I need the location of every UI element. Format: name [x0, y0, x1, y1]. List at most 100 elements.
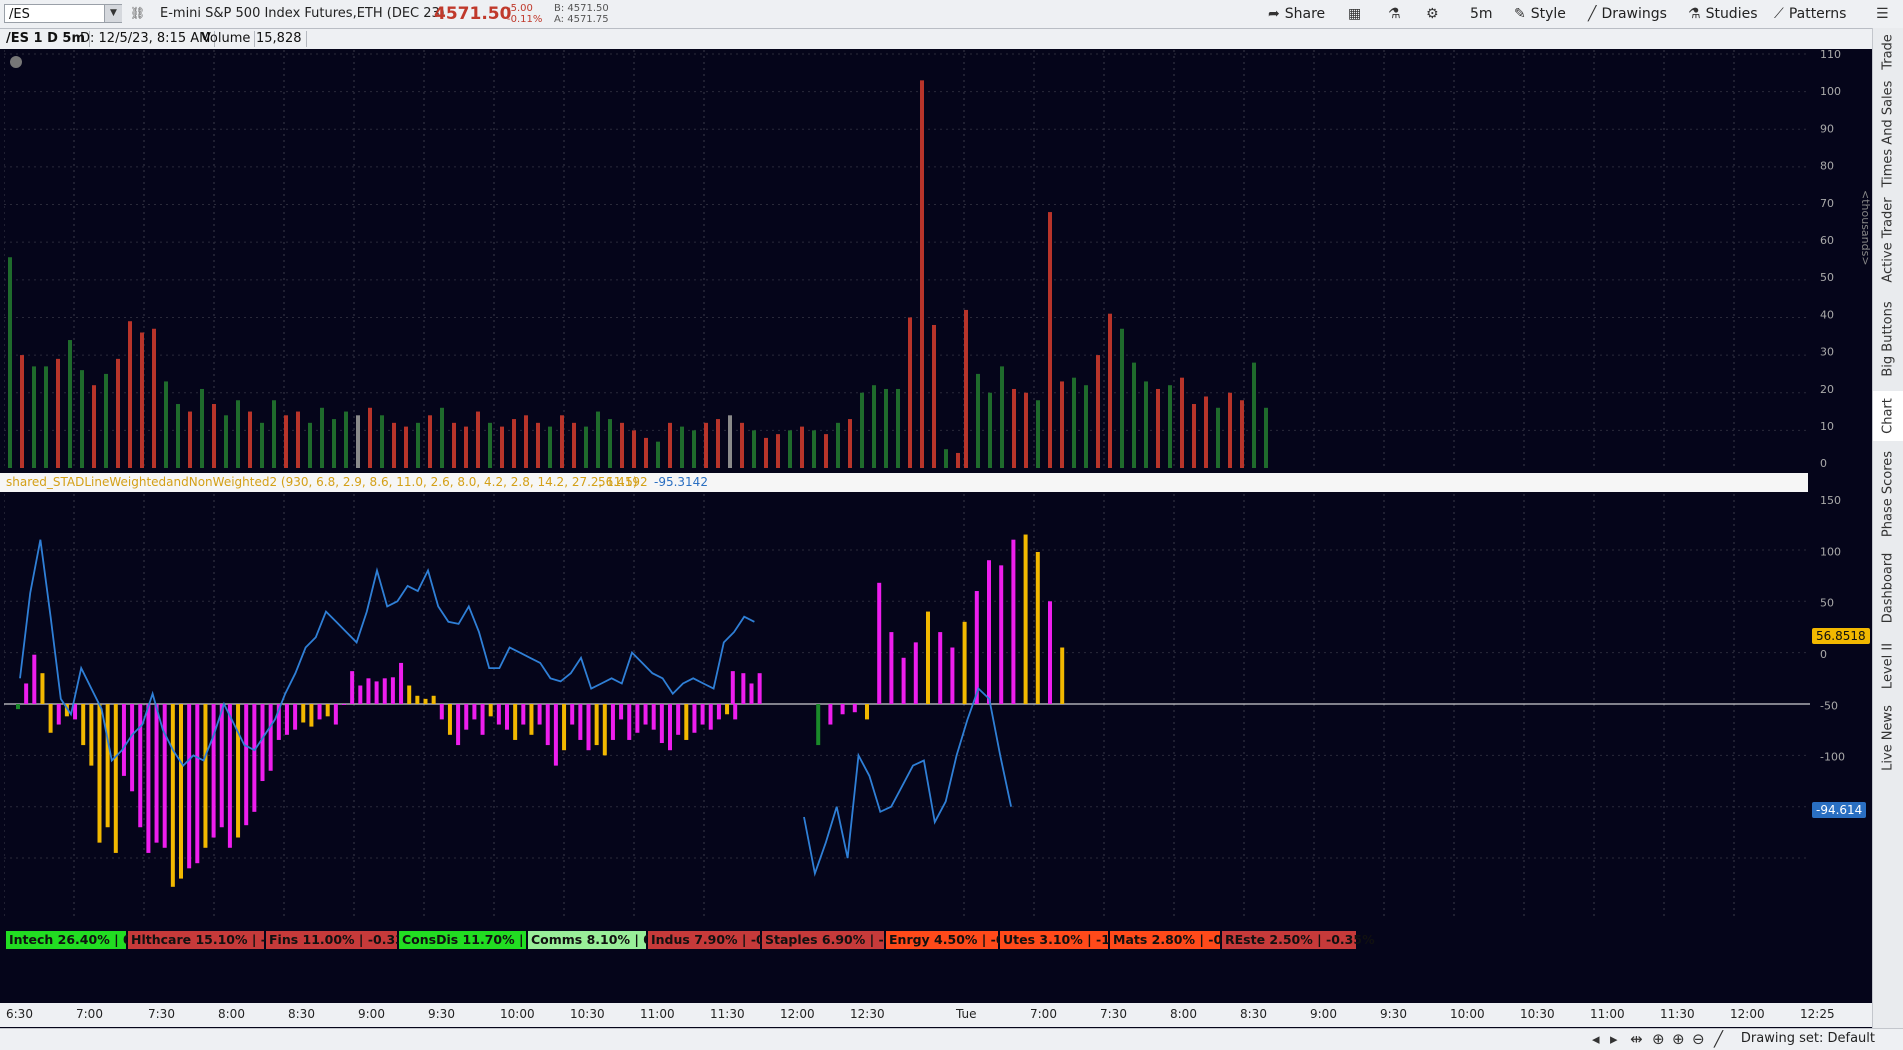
volume-bar	[908, 317, 912, 468]
tab-chart[interactable]: Chart	[1873, 391, 1903, 441]
osc-tick-label: -50	[1820, 699, 1838, 712]
scroll-right-icon[interactable]: ▸	[1610, 1030, 1618, 1048]
oscillator-bar	[358, 685, 363, 704]
info-icon[interactable]	[10, 56, 22, 68]
volume-bar	[1228, 392, 1232, 468]
study-name[interactable]: shared_STADLineWeightedandNonWeighted2 (…	[6, 475, 638, 489]
volume-tick-label: 50	[1820, 271, 1834, 284]
symbol-text: /ES	[9, 7, 30, 22]
oscillator-bar	[733, 704, 738, 720]
tab-phase-scores[interactable]: Phase Scores	[1873, 449, 1903, 539]
pan-icon[interactable]: ⇹	[1630, 1030, 1643, 1048]
volume-bar	[332, 419, 336, 468]
tab-times-and-sales[interactable]: Times And Sales	[1873, 81, 1903, 188]
oscillator-bar	[309, 704, 314, 727]
volume-bar	[404, 426, 408, 468]
pencil-icon[interactable]: ╱	[1714, 1030, 1723, 1048]
volume-bar	[1240, 400, 1244, 468]
oscillator-bar	[553, 704, 558, 766]
tab-big-buttons[interactable]: Big Buttons	[1873, 295, 1903, 383]
share-button[interactable]: ➦ Share	[1268, 4, 1325, 24]
tab-label: Chart	[1880, 398, 1896, 434]
tab-active-trader[interactable]: Active Trader	[1873, 192, 1903, 287]
oscillator-bar	[913, 642, 918, 704]
tab-level-ii[interactable]: Level II	[1873, 637, 1903, 695]
volume-unit-label: <thousands>	[1859, 190, 1872, 266]
oscillator-bar	[852, 704, 857, 713]
volume-bar	[284, 415, 288, 468]
drawings-label: Drawings	[1601, 6, 1667, 22]
sector-badge: ConsDis 11.70% | 1.33%	[399, 931, 571, 949]
volume-bar	[440, 407, 444, 468]
oscillator-bar	[999, 565, 1004, 704]
time-tick-label: 10:00	[1450, 1007, 1485, 1021]
menu-button[interactable]: ☰	[1876, 4, 1894, 24]
volume-bar	[416, 422, 420, 468]
zoom-in-icon[interactable]: ⊕	[1672, 1030, 1685, 1048]
patterns-label: Patterns	[1788, 6, 1847, 22]
volume-bar	[956, 452, 960, 468]
oscillator-bar	[415, 695, 420, 704]
oscillator-bar	[505, 704, 509, 730]
oscillator-bar	[529, 704, 534, 735]
volume-label: Volume	[198, 31, 256, 47]
tab-trade[interactable]: Trade	[1873, 28, 1903, 76]
zoom-out-icon[interactable]: ⊖	[1692, 1030, 1705, 1048]
oscillator-bar	[562, 704, 567, 751]
volume-bar	[236, 400, 240, 468]
oscillator-bar	[684, 704, 689, 740]
time-tick-label: 6:30	[6, 1007, 33, 1021]
scroll-left-icon[interactable]: ◂	[1592, 1030, 1600, 1048]
volume-bar	[964, 309, 968, 468]
osc-tick-label: -100	[1820, 751, 1845, 764]
volume-bar	[164, 381, 168, 468]
oscillator-bar	[268, 704, 273, 771]
volume-bar	[872, 385, 876, 468]
osc-tick-label: 150	[1820, 494, 1841, 507]
volume-tick-label: 20	[1820, 383, 1834, 396]
volume-bar	[512, 419, 516, 468]
volume-bar	[1012, 388, 1016, 468]
chevron-down-icon[interactable]: ▼	[104, 5, 122, 22]
volume-bar	[716, 419, 720, 468]
crosshair-icon[interactable]: ⊕	[1652, 1030, 1665, 1048]
oscillator-chart[interactable]	[4, 494, 1810, 918]
sector-badge: REste 2.50% | -0.35%	[1222, 931, 1375, 949]
oscillator-bar	[586, 704, 591, 751]
volume-bar	[44, 366, 48, 468]
oscillator-bar	[81, 704, 86, 746]
oscillator-bar	[301, 704, 306, 723]
flask-button[interactable]: ⚗	[1388, 4, 1406, 24]
studies-button[interactable]: ⚗ Studies	[1688, 4, 1758, 24]
time-tick-label: 10:30	[1520, 1007, 1555, 1021]
oscillator-bar	[113, 704, 118, 853]
time-axis: 6:30 7:00 7:30 8:00 8:30 9:00 9:30 10:00 10:30 11…	[0, 1003, 1872, 1027]
drawing-set[interactable]: Drawing set: Default	[1741, 1031, 1875, 1046]
oscillator-bar	[195, 704, 200, 864]
volume-chart[interactable]	[4, 50, 1810, 468]
tab-dashboard[interactable]: Dashboard	[1873, 547, 1903, 629]
bottom-bar: ◂ ▸ ⇹ ⊕ ⊕ ⊖ ╱ Drawing set: Default	[0, 1028, 1903, 1050]
study-value-2: -95.3142	[654, 475, 708, 489]
tab-live-news[interactable]: Live News	[1873, 703, 1903, 773]
oscillator-bar	[610, 704, 615, 740]
volume-bar	[692, 430, 696, 468]
timeframe-button[interactable]: 5m	[1470, 4, 1493, 24]
volume-bar	[656, 441, 660, 468]
drawings-button[interactable]: ╱ Drawings	[1588, 4, 1667, 24]
patterns-button[interactable]: ⟋ Patterns	[1774, 4, 1846, 24]
volume-bar	[68, 340, 72, 468]
volume-value: 15,828	[252, 31, 307, 47]
volume-bar	[728, 415, 732, 468]
link-icon[interactable]: ⛓	[130, 6, 145, 20]
settings-button[interactable]: ⚙	[1426, 4, 1444, 24]
oscillator-bar	[350, 671, 355, 704]
volume-bar	[176, 404, 180, 468]
time-tick-label: 9:00	[358, 1007, 385, 1021]
volume-bar	[988, 392, 992, 468]
style-label: Style	[1530, 6, 1566, 22]
style-button[interactable]: ✎ Style	[1514, 4, 1566, 24]
volume-bar	[116, 358, 120, 468]
volume-bar	[1096, 355, 1100, 468]
calendar-button[interactable]: ▦	[1348, 4, 1366, 24]
